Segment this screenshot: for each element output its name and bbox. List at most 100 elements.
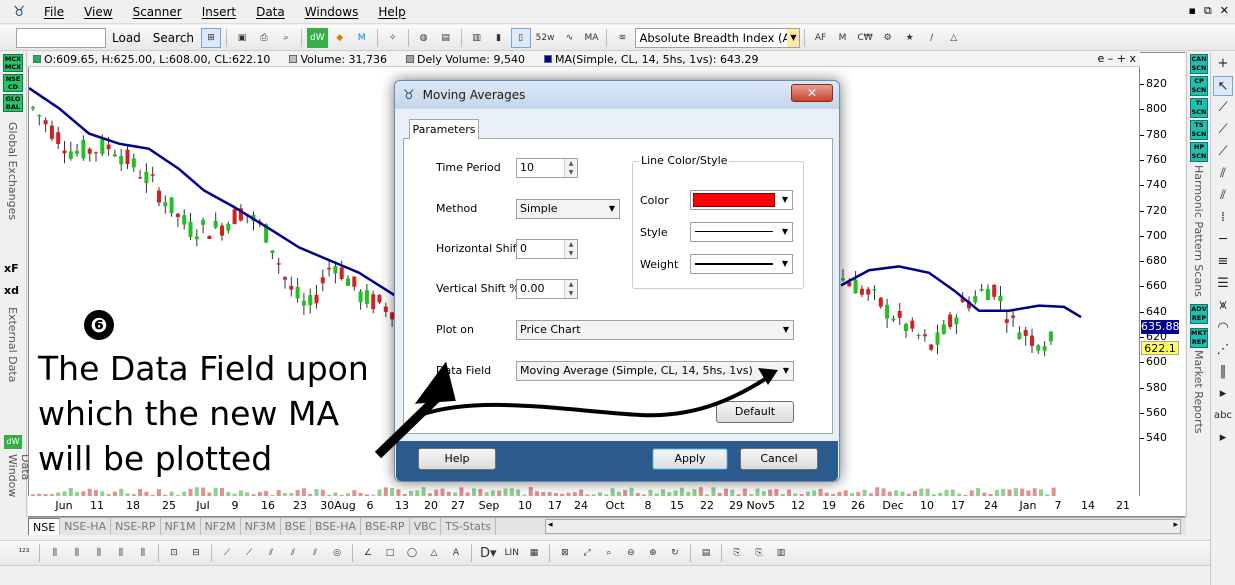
- number-format-icon[interactable]: ¹²³: [14, 543, 34, 563]
- pivot-icon[interactable]: M: [832, 28, 852, 48]
- draw-menu-icon[interactable]: D▾: [477, 543, 500, 563]
- draw-fib-icon[interactable]: ⫽: [283, 543, 303, 563]
- ti-scan-button[interactable]: TI SCN: [1190, 98, 1208, 118]
- preview-icon[interactable]: ⌕: [276, 28, 296, 48]
- dialog-close-button[interactable]: ✕: [791, 84, 833, 102]
- horizontal-scrollbar[interactable]: ◂ ▸: [545, 519, 1181, 534]
- tab-parameters[interactable]: Parameters: [409, 119, 479, 139]
- draw-ray-icon[interactable]: ⟋: [239, 543, 259, 563]
- report-icon[interactable]: ▥: [771, 543, 791, 563]
- menu-insert[interactable]: Insert: [192, 0, 246, 24]
- parallel-line-icon[interactable]: ⫽: [1213, 164, 1233, 184]
- xf-icon[interactable]: xF: [4, 262, 19, 275]
- style-select[interactable]: ▼: [690, 222, 793, 242]
- tam-icon[interactable]: C₩: [854, 28, 875, 48]
- refresh-icon[interactable]: ↻: [665, 543, 685, 563]
- load-button[interactable]: Load: [106, 31, 147, 45]
- spin-arrows-icon[interactable]: ▲ ▼: [564, 159, 577, 177]
- bars-icon[interactable]: ▮: [489, 28, 509, 48]
- copy-icon[interactable]: ⎘: [727, 543, 747, 563]
- help-button[interactable]: Help: [418, 448, 496, 470]
- chevron-down-icon[interactable]: ▼: [782, 223, 788, 241]
- volume-chart-icon[interactable]: ▥: [467, 28, 487, 48]
- tab-nse[interactable]: NSE: [28, 518, 61, 535]
- menu-windows[interactable]: Windows: [295, 0, 369, 24]
- color-select[interactable]: ▼: [690, 190, 793, 210]
- ellipse-icon[interactable]: ◯: [402, 543, 422, 563]
- ohlc-type-icon[interactable]: ⫼: [45, 543, 65, 563]
- mkt-report-button[interactable]: MKT REP: [1190, 328, 1208, 348]
- tab-vbc[interactable]: VBC: [410, 518, 442, 535]
- text-tool-icon[interactable]: abc: [1213, 406, 1233, 426]
- expand-icon[interactable]: ⤢: [577, 543, 597, 563]
- cp-scan-button[interactable]: CP SCN: [1190, 76, 1208, 96]
- tab-nf3m[interactable]: NF3M: [241, 518, 281, 535]
- hp-scan-button[interactable]: HP SCN: [1190, 142, 1208, 162]
- globe-icon[interactable]: ◍: [414, 28, 434, 48]
- print-icon[interactable]: ⎙: [254, 28, 274, 48]
- scroll-left-icon[interactable]: ◂: [548, 520, 553, 530]
- chevron-down-icon[interactable]: ▼: [782, 255, 788, 273]
- triangle-icon[interactable]: △: [944, 28, 964, 48]
- scroll-right-icon[interactable]: ▸: [1173, 520, 1178, 530]
- market-reports-label[interactable]: Market Reports: [1192, 350, 1205, 434]
- renko-icon[interactable]: ⫼: [133, 543, 153, 563]
- spin-arrows-icon[interactable]: ▲ ▼: [564, 280, 577, 298]
- lin-scale-icon[interactable]: LIN: [502, 543, 522, 563]
- cycles-icon[interactable]: ‖: [1213, 362, 1233, 382]
- time-period-stepper[interactable]: 10 ▲ ▼: [516, 158, 578, 178]
- restore-icon[interactable]: ⧉: [1204, 4, 1212, 18]
- nse-cd-button[interactable]: NSE CD: [3, 74, 23, 92]
- trendline-icon[interactable]: ⟋: [1213, 98, 1233, 118]
- notes-icon[interactable]: ▤: [696, 543, 716, 563]
- arc-icon[interactable]: ◠: [1213, 318, 1233, 338]
- more-tools-2-icon[interactable]: ▸: [1213, 428, 1233, 448]
- chevron-down-icon[interactable]: ▼: [783, 321, 789, 339]
- gann-icon[interactable]: ⩙: [1213, 296, 1233, 316]
- channel-icon[interactable]: ⫽: [1213, 186, 1233, 206]
- tab-bse-rp[interactable]: BSE-RP: [361, 518, 410, 535]
- crosshair-icon[interactable]: +: [1213, 54, 1233, 74]
- global-exchanges-label[interactable]: Global Exchanges: [6, 122, 19, 220]
- apply-button[interactable]: Apply: [652, 448, 728, 470]
- auto-fibo-icon[interactable]: AF: [810, 28, 830, 48]
- tab-bse[interactable]: BSE: [281, 518, 311, 535]
- ha-candle-icon[interactable]: ⫼: [111, 543, 131, 563]
- fibonacci-icon[interactable]: ☰: [1213, 274, 1233, 294]
- text-draw-icon[interactable]: A: [446, 543, 466, 563]
- tools-icon[interactable]: ✧: [383, 28, 403, 48]
- chart-type-icon[interactable]: ⊞: [201, 27, 222, 48]
- candle-type-icon[interactable]: ⫼: [67, 543, 87, 563]
- data-window-icon[interactable]: dW: [307, 27, 328, 48]
- settings-icon[interactable]: ⚙: [878, 28, 898, 48]
- mcx-button[interactable]: MCX MCX: [3, 54, 23, 72]
- box-icon[interactable]: □: [380, 543, 400, 563]
- magnify-icon[interactable]: ⌕: [599, 543, 619, 563]
- spin-arrows-icon[interactable]: ▲ ▼: [564, 240, 577, 258]
- horizontal-shift-stepper[interactable]: 0 ▲ ▼: [516, 239, 578, 259]
- menu-scanner[interactable]: Scanner: [123, 0, 192, 24]
- grid-icon[interactable]: ▦: [524, 543, 544, 563]
- ma-icon[interactable]: MA: [581, 28, 601, 48]
- triangle-draw-icon[interactable]: △: [424, 543, 444, 563]
- chevron-down-icon[interactable]: ▼: [782, 191, 788, 209]
- tab-nf1m[interactable]: NF1M: [161, 518, 201, 535]
- ray-line-icon[interactable]: ⟋: [1213, 142, 1233, 162]
- harmonic-scans-label[interactable]: Harmonic Pattern Scans: [1192, 165, 1205, 297]
- zoom-box-icon[interactable]: ⊡: [164, 543, 184, 563]
- adv-report-button[interactable]: ADV REP: [1190, 304, 1208, 324]
- fit-icon[interactable]: ⊠: [555, 543, 575, 563]
- zoom-out-icon[interactable]: ⊖: [621, 543, 641, 563]
- indicator-icon[interactable]: ≋: [612, 28, 632, 48]
- ts-scan-button[interactable]: TS SCN: [1190, 120, 1208, 140]
- hilo-icon[interactable]: 52w: [533, 28, 558, 48]
- candles-icon[interactable]: ▯: [510, 27, 531, 48]
- line-chart-icon[interactable]: ∿: [559, 28, 579, 48]
- method-select[interactable]: Simple ▼: [516, 199, 620, 219]
- hollow-candle-icon[interactable]: ⫼: [89, 543, 109, 563]
- symbol-input[interactable]: [16, 27, 106, 48]
- menu-data[interactable]: Data: [246, 0, 295, 24]
- plot-on-select[interactable]: Price Chart ▼: [516, 320, 794, 340]
- chart-window-controls[interactable]: e – + x: [1098, 52, 1136, 65]
- chevron-down-icon[interactable]: ▼: [783, 362, 789, 380]
